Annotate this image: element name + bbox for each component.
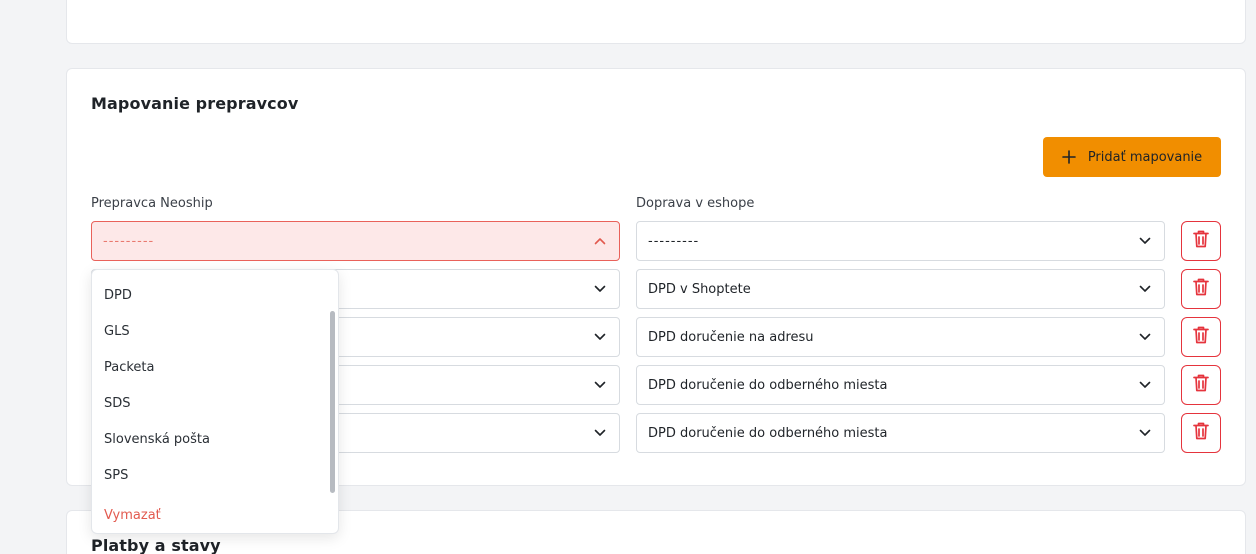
plus-icon: [1062, 147, 1076, 167]
chevron-down-icon: [592, 377, 608, 393]
shipping-select-row-3[interactable]: DPD doručenie na adresu: [636, 317, 1165, 357]
dropdown-option-sds[interactable]: SDS: [104, 396, 131, 411]
shipping-select-value: DPD v Shoptete: [648, 281, 751, 297]
column-label-eshop-shipping: Doprava v eshope: [636, 196, 755, 211]
previous-section-card: [66, 0, 1246, 44]
trash-icon: [1192, 277, 1210, 301]
carrier-select-row-1[interactable]: ---------: [91, 221, 620, 261]
chevron-down-icon: [592, 281, 608, 297]
chevron-down-icon: [592, 329, 608, 345]
delete-mapping-button-row-3[interactable]: [1181, 317, 1221, 357]
dropdown-clear-option[interactable]: Vymazať: [104, 508, 161, 523]
chevron-down-icon: [1137, 281, 1153, 297]
chevron-down-icon: [1137, 377, 1153, 393]
add-mapping-label: Pridať mapovanie: [1087, 149, 1203, 165]
dropdown-option-sps[interactable]: SPS: [104, 468, 128, 483]
delete-mapping-button-row-1[interactable]: [1181, 221, 1221, 261]
shipping-select-value: DPD doručenie na adresu: [648, 329, 814, 345]
chevron-up-icon: [592, 233, 608, 249]
dropdown-option-slovenska-posta[interactable]: Slovenská pošta: [104, 432, 210, 447]
shipping-select-row-2[interactable]: DPD v Shoptete: [636, 269, 1165, 309]
shipping-select-row-1[interactable]: ---------: [636, 221, 1165, 261]
dropdown-option-gls[interactable]: GLS: [104, 324, 130, 339]
chevron-down-icon: [1137, 233, 1153, 249]
trash-icon: [1192, 421, 1210, 445]
chevron-down-icon: [1137, 425, 1153, 441]
chevron-down-icon: [592, 425, 608, 441]
delete-mapping-button-row-2[interactable]: [1181, 269, 1221, 309]
shipping-select-row-5[interactable]: DPD doručenie do odberného miesta: [636, 413, 1165, 453]
trash-icon: [1192, 373, 1210, 397]
chevron-down-icon: [1137, 329, 1153, 345]
carrier-dropdown-menu[interactable]: DPD GLS Packeta SDS Slovenská pošta SPS …: [91, 269, 339, 534]
shipping-select-value: DPD doručenie do odberného miesta: [648, 377, 888, 393]
shipping-select-value: DPD doručenie do odberného miesta: [648, 425, 888, 441]
add-mapping-button[interactable]: Pridať mapovanie: [1043, 137, 1221, 177]
trash-icon: [1192, 229, 1210, 253]
shipping-select-row-4[interactable]: DPD doručenie do odberného miesta: [636, 365, 1165, 405]
dropdown-scrollbar[interactable]: [330, 311, 335, 493]
dropdown-option-packeta[interactable]: Packeta: [104, 360, 155, 375]
delete-mapping-button-row-4[interactable]: [1181, 365, 1221, 405]
section-title-carrier-mapping: Mapovanie prepravcov: [91, 94, 299, 113]
carrier-select-value: ---------: [103, 233, 155, 249]
dropdown-option-dpd[interactable]: DPD: [104, 288, 132, 303]
shipping-select-value: ---------: [648, 233, 700, 249]
delete-mapping-button-row-5[interactable]: [1181, 413, 1221, 453]
section-title-payments: Platby a stavy: [91, 536, 221, 554]
trash-icon: [1192, 325, 1210, 349]
column-label-neoship-carrier: Prepravca Neoship: [91, 196, 213, 211]
